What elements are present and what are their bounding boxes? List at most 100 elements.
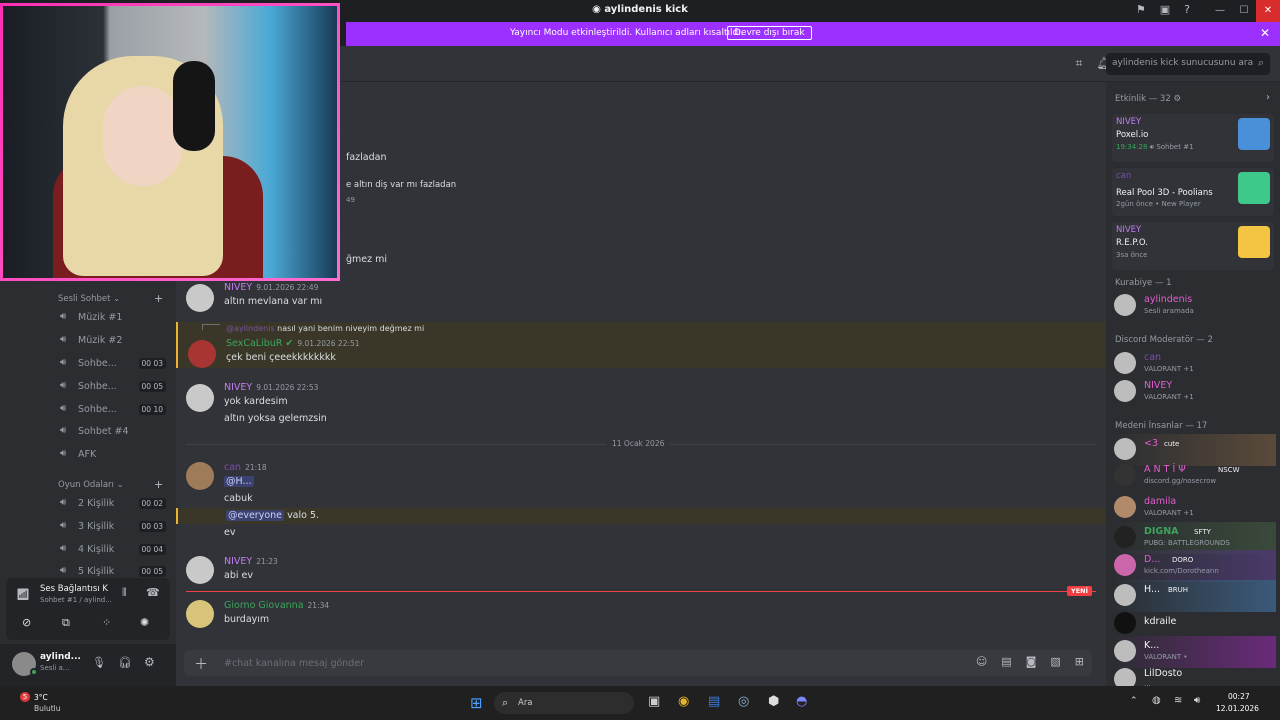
member-item[interactable]: NIVEY VALORANT +1 (1112, 376, 1276, 408)
game-category-header[interactable]: Oyun Odaları ⌄ (58, 480, 124, 490)
author-name[interactable]: NIVEY (224, 382, 252, 393)
weather-temp[interactable]: 3°C (34, 693, 48, 702)
voice-channel[interactable]: 🔊︎ 2 Kişilik 00 02 (58, 494, 170, 514)
activity-card[interactable]: NIVEY Poxel.io 19:34:28 🔊︎ Sohbet #1 (1112, 114, 1274, 162)
add-channel-icon[interactable]: + (154, 478, 163, 491)
help-icon[interactable]: ? (1184, 3, 1190, 16)
voice-channel[interactable]: 🔊︎ 3 Kişilik 00 03 (58, 517, 170, 537)
everyone-mention[interactable]: @everyone (226, 510, 285, 521)
sticker-icon[interactable]: ◙ (1026, 655, 1037, 668)
timestamp: 9.01.2026 22:53 (256, 383, 319, 392)
channel-header: ⌗ 🔔︎ 📌︎ 👥︎ aylindenis kick sunucusunu ar… (176, 46, 1280, 82)
chevron-right-icon[interactable]: › (1266, 92, 1270, 103)
member-item[interactable]: A N T İ Ψ NSCW discord.gg/nosecrow (1112, 460, 1276, 492)
camera-icon[interactable]: ⊘ (22, 616, 31, 629)
avatar[interactable] (186, 384, 214, 412)
speaker-icon: 🔊︎ (60, 565, 67, 576)
microphone-icon[interactable]: 🎙︎ (92, 656, 106, 669)
activity-card[interactable]: NIVEY R.E.P.O. 3sa önce (1112, 222, 1274, 270)
avatar[interactable] (186, 600, 214, 628)
verified-badge-icon: ✔ (285, 338, 294, 349)
steam-icon[interactable]: ◎ (738, 694, 749, 709)
avatar[interactable] (186, 556, 214, 584)
speaker-icon: 🔊︎ (60, 520, 67, 531)
disconnect-icon[interactable]: ☎ (146, 586, 160, 599)
avatar (1114, 526, 1136, 548)
author-name[interactable]: NIVEY (224, 282, 252, 293)
noise-suppression-icon[interactable]: ⫴ (122, 586, 127, 600)
member-item[interactable]: LilDosto... (1112, 664, 1276, 686)
inbox-icon[interactable]: ⚑ (1136, 3, 1146, 16)
partial-message: 49 (346, 196, 355, 204)
voice-channel[interactable]: 🔊︎ 4 Kişilik 00 04 (58, 540, 170, 560)
user-mention[interactable]: @H... (224, 476, 254, 487)
maximize-button[interactable]: ☐ (1232, 0, 1256, 22)
voice-channel[interactable]: 🔊︎ AFK (58, 445, 170, 465)
threads-icon[interactable]: ⌗ (1076, 56, 1083, 71)
disable-streamer-mode-button[interactable]: Devre dışı bırak (727, 26, 812, 40)
tray-wifi-icon[interactable]: ≋ (1174, 695, 1182, 706)
speaker-icon: 🔊︎ (60, 311, 67, 322)
banner-close-icon[interactable]: ✕ (1260, 26, 1270, 40)
discord-icon[interactable]: ◓ (796, 694, 807, 709)
member-item[interactable]: aylindenis Sesli aramada (1112, 290, 1276, 322)
message-text: yok kardesim (224, 396, 288, 407)
screen-share-icon[interactable]: ⧉ (62, 616, 70, 630)
app-icon[interactable]: ⬢ (768, 694, 779, 709)
voice-channel[interactable]: 🔊︎ Sohbet #4 (58, 422, 170, 442)
avatar (1114, 464, 1136, 486)
clock-date[interactable]: 12.01.2026 (1216, 704, 1259, 713)
author-name[interactable]: SexCaLibuR (226, 338, 282, 349)
voice-channel[interactable]: 🔊︎ Müzik #2 (58, 331, 170, 351)
file-explorer-icon[interactable]: ▣ (648, 694, 660, 709)
search-input[interactable]: aylindenis kick sunucusunu ara ⌕ (1106, 53, 1270, 75)
emoji-icon[interactable]: ☺ (976, 655, 987, 668)
tray-network-icon[interactable]: ◍ (1152, 695, 1161, 706)
activity-card[interactable]: can Real Pool 3D - Poolians 2gün önce • … (1112, 168, 1274, 216)
author-name[interactable]: can (224, 462, 241, 473)
avatar (1114, 380, 1136, 402)
activities-icon[interactable]: ⁘ (102, 616, 111, 629)
attach-plus-icon[interactable]: ＋ (194, 654, 208, 674)
speaker-icon: 🔊︎ (60, 403, 67, 414)
reply-preview[interactable]: @aylindenis nasıl yani benim niveyim değ… (226, 324, 424, 333)
chrome-icon[interactable]: ◉ (678, 694, 689, 709)
apps-icon[interactable]: ⊞ (1075, 655, 1084, 668)
store-icon[interactable]: ▤ (708, 694, 720, 709)
signal-icon[interactable]: 📶︎ (16, 588, 30, 601)
voice-channel[interactable]: 🔊︎ Sohbe... 00 10 (58, 400, 170, 420)
member-item[interactable]: damila VALORANT +1 (1112, 492, 1276, 524)
message-text: altın yoksa gelemzsin (224, 413, 327, 424)
avatar[interactable] (186, 284, 214, 312)
voice-channel[interactable]: 🔊︎ Müzik #1 (58, 308, 170, 328)
tray-chevron-icon[interactable]: ⌃ (1130, 696, 1138, 706)
taskbar-search[interactable]: ⌕ Ara (494, 692, 634, 714)
voice-channel[interactable]: 🔊︎ Sohbe... 00 05 (58, 377, 170, 397)
minimize-button[interactable]: — (1208, 0, 1232, 22)
soundboard-icon[interactable]: ✺ (140, 616, 149, 629)
message-input[interactable]: ＋ #chat kanalına mesaj gönder ☺ ▤ ◙ ▧ ⊞ (184, 650, 1092, 676)
image-icon[interactable]: ▧ (1050, 655, 1060, 668)
member-item[interactable]: D... DORO kick.com/Dorotheann (1112, 550, 1276, 582)
add-channel-icon[interactable]: + (154, 292, 163, 305)
screen-icon[interactable]: ▣ (1160, 3, 1170, 16)
windows-start-icon[interactable]: ⊞ (470, 694, 483, 712)
author-name[interactable]: NIVEY (224, 556, 252, 567)
message-text: abi ev (224, 570, 253, 581)
voice-channel[interactable]: 🔊︎ Sohbe... 00 03 (58, 354, 170, 374)
gear-icon[interactable]: ⚙ (144, 655, 155, 669)
tray-volume-icon[interactable]: 🔊︎ (1194, 695, 1200, 706)
clock-time[interactable]: 00:27 (1228, 692, 1250, 701)
message-text: çek beni çeeekkkkkkkk (226, 352, 336, 363)
avatar[interactable] (186, 462, 214, 490)
weather-text[interactable]: Bulutlu (34, 704, 61, 713)
close-button[interactable]: ✕ (1256, 0, 1280, 22)
headphones-icon[interactable]: 🎧︎ (118, 656, 132, 669)
avatar[interactable] (188, 340, 216, 368)
server-icon: ◉ (592, 4, 605, 15)
gif-icon[interactable]: ▤ (1001, 655, 1011, 668)
group-header: Discord Moderatör — 2 (1115, 335, 1213, 345)
author-name[interactable]: Giorno Giovanna (224, 600, 304, 611)
voice-category-header[interactable]: Sesli Sohbet ⌄ (58, 294, 120, 304)
speaker-icon: 🔊︎ (60, 543, 67, 554)
